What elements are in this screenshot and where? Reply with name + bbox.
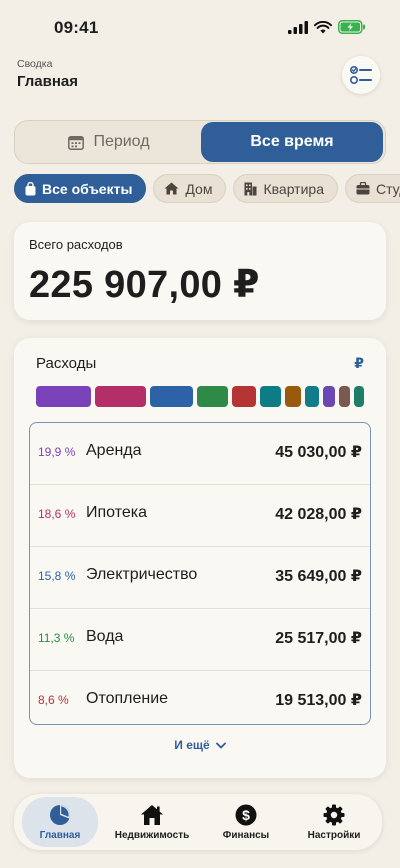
expense-percent: 19,9 % [38, 445, 76, 459]
tab-home[interactable]: Главная [22, 797, 98, 847]
chip-label: Дом [185, 180, 213, 197]
expense-share-bar [36, 386, 364, 407]
expense-row-rent[interactable]: 19,9 % Аренда 45 030,00 ₽ [30, 423, 370, 485]
expense-row-mortgage[interactable]: 18,6 % Ипотека 42 028,00 ₽ [30, 485, 370, 547]
gear-icon [323, 804, 345, 825]
expense-name: Аренда [86, 442, 142, 459]
cellular-signal-icon [288, 20, 308, 34]
house-icon [141, 804, 163, 825]
page-header: Сводка Главная [17, 58, 78, 90]
page-title: Главная [17, 73, 79, 90]
segment-all-time[interactable]: Все время [201, 122, 383, 162]
chip-label: Квартира [263, 180, 324, 197]
expense-share-segment [339, 386, 351, 407]
chip-studio[interactable]: Студи [344, 174, 400, 203]
expenses-card: Расходы ₽ 19,9 % Аренда 45 030,00 ₽ 18,6… [14, 338, 386, 778]
expense-row-water[interactable]: 11,3 % Вода 25 517,00 ₽ [30, 609, 370, 671]
expense-name: Ипотека [86, 504, 148, 521]
tab-label: Настройки [307, 829, 361, 841]
total-expenses-card: Всего расходов 225 907,00 ₽ [14, 222, 386, 320]
expense-amount: 42 028,00 ₽ [275, 506, 362, 523]
expenses-title: Расходы [36, 355, 97, 372]
expense-share-segment [322, 386, 336, 407]
tab-label: Финансы [222, 829, 270, 841]
tab-finance[interactable]: $ Финансы [210, 797, 282, 847]
filter-list-button[interactable] [342, 56, 380, 94]
expense-share-segment [197, 386, 229, 407]
expense-share-segment [304, 386, 319, 407]
expense-name: Электричество [86, 566, 198, 583]
status-icons [288, 20, 366, 34]
segment-all-time-label: Все время [250, 133, 334, 150]
chip-label: Все объекты [42, 180, 133, 197]
chevron-down-icon [215, 742, 226, 748]
segment-period[interactable]: Период [18, 123, 200, 161]
period-segmented-control: Период Все время [14, 120, 386, 164]
expense-share-segment [149, 386, 194, 407]
bottom-tab-bar: Главная Недвижимость $ Финансы Настройки [14, 794, 382, 850]
expense-share-segment [260, 386, 281, 407]
expense-row-electricity[interactable]: 15,8 % Электричество 35 649,00 ₽ [30, 547, 370, 609]
total-expenses-label: Всего расходов [29, 237, 123, 252]
chip-all-objects[interactable]: Все объекты [14, 174, 147, 203]
expense-percent: 8,6 % [38, 693, 69, 707]
briefcase-icon [356, 182, 370, 195]
expense-share-segment [232, 386, 257, 407]
svg-text:$: $ [242, 807, 250, 823]
battery-charging-icon [338, 20, 365, 34]
tab-real-estate[interactable]: Недвижимость [110, 797, 194, 847]
show-more-button[interactable]: И ещё [14, 738, 386, 752]
building-icon [244, 182, 257, 195]
status-time: 09:41 [54, 18, 99, 37]
pie-chart-icon [50, 804, 70, 825]
house-icon [164, 182, 179, 195]
property-filter-chips: Все объекты Дом Квартира Сту [14, 174, 400, 204]
expense-amount: 45 030,00 ₽ [275, 444, 362, 461]
calendar-icon [68, 135, 85, 150]
expenses-list: 19,9 % Аренда 45 030,00 ₽ 18,6 % Ипотека… [29, 422, 371, 725]
tab-label: Недвижимость [114, 829, 190, 841]
chip-apartment[interactable]: Квартира [233, 174, 338, 203]
tab-settings[interactable]: Настройки [298, 797, 370, 847]
chip-label: Студи [375, 180, 400, 197]
expense-percent: 15,8 % [38, 569, 76, 583]
wifi-icon [314, 20, 332, 33]
expense-amount: 25 517,00 ₽ [275, 630, 362, 647]
expense-share-segment [94, 386, 146, 407]
expense-share-segment [354, 386, 364, 407]
total-expenses-value: 225 907,00 ₽ [29, 264, 260, 306]
dollar-coin-icon: $ [235, 804, 257, 825]
expense-share-segment [36, 386, 91, 407]
currency-toggle[interactable]: ₽ [354, 355, 364, 372]
expense-amount: 19 513,00 ₽ [275, 692, 362, 709]
expense-name: Вода [86, 628, 124, 645]
checklist-icon [350, 66, 372, 84]
expense-percent: 11,3 % [38, 631, 75, 645]
expense-name: Отопление [86, 690, 169, 707]
show-more-label: И ещё [174, 738, 210, 752]
page-subtitle: Сводка [17, 58, 53, 70]
expense-amount: 35 649,00 ₽ [275, 568, 362, 585]
expense-row-heating[interactable]: 8,6 % Отопление 19 513,00 ₽ [30, 671, 370, 724]
bag-icon [25, 181, 36, 195]
segment-period-label: Период [93, 133, 150, 150]
chip-house[interactable]: Дом [153, 174, 227, 203]
status-bar: 09:41 [0, 0, 400, 56]
tab-label: Главная [39, 829, 81, 841]
expense-share-segment [284, 386, 301, 407]
expense-percent: 18,6 % [38, 507, 76, 521]
